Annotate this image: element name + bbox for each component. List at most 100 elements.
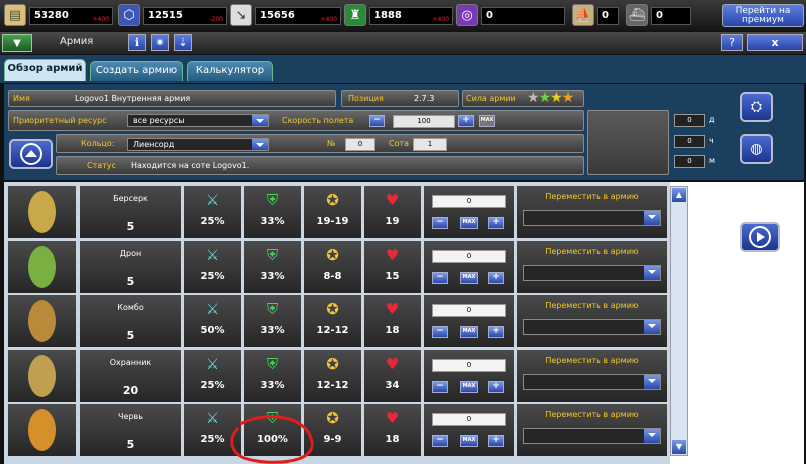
star-icon: ★ bbox=[550, 90, 563, 106]
unit-info: Дрон 5 bbox=[80, 241, 181, 293]
increase-button[interactable]: + bbox=[488, 272, 504, 284]
attack-icon: ⚔ bbox=[205, 191, 220, 209]
attack-icon: ⚔ bbox=[205, 300, 220, 318]
unit-image bbox=[28, 300, 56, 342]
cell-input[interactable]: 1 bbox=[413, 138, 447, 151]
defense-icon: ⛨ bbox=[266, 355, 279, 373]
unit-health-stat: ♥ 19 bbox=[364, 186, 421, 238]
scroll-up-button[interactable]: ▲ bbox=[672, 188, 686, 202]
move-to-army-label: Переместить в армию bbox=[545, 301, 639, 310]
unit-image bbox=[28, 191, 56, 233]
unit-health-value: 15 bbox=[385, 271, 400, 282]
unit-damage-stat: ✪ 8-8 bbox=[304, 241, 361, 293]
move-to-army-select[interactable] bbox=[523, 319, 661, 335]
unit-amount-input[interactable]: 0 bbox=[432, 195, 506, 208]
unit-defense-value: 33% bbox=[260, 271, 285, 282]
collapse-button[interactable] bbox=[9, 139, 53, 169]
unit-portrait bbox=[8, 241, 76, 293]
unit-amount-input[interactable]: 0 bbox=[432, 413, 506, 426]
increase-button[interactable]: + bbox=[488, 381, 504, 393]
move-to-army-control: Переместить в армию bbox=[517, 241, 667, 293]
unit-defense-value: 33% bbox=[260, 216, 285, 227]
defense-icon: ⛨ bbox=[266, 409, 279, 427]
unit-attack-stat: ⚔ 25% bbox=[184, 350, 241, 402]
unit-portrait bbox=[8, 350, 76, 402]
unit-amount-input[interactable]: 0 bbox=[432, 250, 506, 263]
premium-button[interactable]: Перейти на премиум bbox=[722, 4, 804, 27]
move-to-army-select[interactable] bbox=[523, 428, 661, 444]
settings-icon[interactable]: ✷ bbox=[151, 34, 169, 51]
scroll-down-button[interactable]: ▼ bbox=[672, 440, 686, 454]
max-button[interactable]: MAX bbox=[460, 381, 478, 393]
decrease-button[interactable]: − bbox=[432, 326, 448, 338]
damage-icon: ✪ bbox=[326, 300, 339, 318]
move-to-army-select[interactable] bbox=[523, 265, 661, 281]
resource-ship2: ⛴ 0 bbox=[626, 4, 698, 28]
unit-amount-control: 0 − MAX + bbox=[424, 186, 514, 238]
max-button[interactable]: MAX bbox=[460, 217, 478, 229]
priority-label: Приоритетный ресурс bbox=[13, 116, 107, 125]
unit-amount-input[interactable]: 0 bbox=[432, 359, 506, 372]
resource-value: 0 bbox=[486, 10, 493, 21]
move-to-army-select[interactable] bbox=[523, 374, 661, 390]
unit-count: 5 bbox=[126, 275, 135, 288]
number-input[interactable]: 0 bbox=[345, 138, 375, 151]
name-row: Имя Logovo1 Внутренняя армия bbox=[8, 90, 336, 107]
units-scrollbar[interactable]: ▲ ▼ bbox=[670, 186, 688, 456]
info-icon[interactable]: ℹ bbox=[128, 34, 146, 51]
defense-icon: ⛨ bbox=[266, 246, 279, 264]
attack-icon: ⚔ bbox=[205, 246, 220, 264]
unit-attack-stat: ⚔ 25% bbox=[184, 404, 241, 456]
tab-army-overview[interactable]: Обзор армий bbox=[4, 59, 86, 81]
next-button[interactable] bbox=[740, 222, 780, 252]
arrow-up-icon bbox=[20, 143, 42, 165]
unit-image bbox=[28, 246, 56, 288]
unit-attack-value: 25% bbox=[200, 216, 225, 227]
crystal-icon: ⬡ bbox=[118, 4, 140, 26]
tab-create-army[interactable]: Создать армию bbox=[90, 61, 183, 81]
tank-button[interactable]: ⛭ bbox=[740, 92, 773, 122]
chevron-down-icon bbox=[644, 266, 660, 280]
unit-count: 5 bbox=[126, 438, 135, 451]
priority-row: Приоритетный ресурс все ресурсы Скорость… bbox=[8, 110, 584, 131]
resource-crystal: ⬡ 12515 -200 bbox=[118, 4, 228, 28]
decrease-button[interactable]: − bbox=[432, 272, 448, 284]
attack-icon: ⚔ bbox=[205, 409, 220, 427]
max-button[interactable]: MAX bbox=[460, 272, 478, 284]
ring-select[interactable]: Лиенсорд bbox=[127, 138, 269, 151]
resources-button[interactable]: ◍ bbox=[740, 134, 773, 164]
unit-amount-input[interactable]: 0 bbox=[432, 304, 506, 317]
tab-calculator[interactable]: Калькулятор bbox=[187, 61, 273, 81]
unit-image bbox=[28, 409, 56, 451]
chevron-down-icon bbox=[252, 139, 268, 150]
unit-info: Комбо 5 bbox=[80, 295, 181, 347]
increase-button[interactable]: + bbox=[488, 217, 504, 229]
position-label: Позиция bbox=[348, 94, 384, 103]
increase-button[interactable]: + bbox=[488, 326, 504, 338]
unit-damage-value: 9-9 bbox=[323, 434, 342, 445]
decrease-button[interactable]: − bbox=[432, 435, 448, 447]
resource-value: 0 bbox=[656, 10, 663, 21]
increase-button[interactable]: + bbox=[488, 435, 504, 447]
cell-label: Сота bbox=[389, 139, 410, 148]
unit-attack-stat: ⚔ 25% bbox=[184, 241, 241, 293]
speed-max-button[interactable]: MAX bbox=[479, 115, 495, 127]
close-button[interactable]: x bbox=[747, 34, 803, 51]
speed-input[interactable]: 100 bbox=[393, 115, 455, 128]
priority-select[interactable]: все ресурсы bbox=[127, 114, 269, 127]
formation-icon[interactable]: ⇣ bbox=[174, 34, 192, 51]
title-bar bbox=[0, 32, 806, 54]
speed-increase-button[interactable]: + bbox=[458, 115, 474, 127]
unit-info: Червь 5 bbox=[80, 404, 181, 456]
unit-defense-stat: ⛨ 100% bbox=[244, 404, 301, 456]
max-button[interactable]: MAX bbox=[460, 326, 478, 338]
max-button[interactable]: MAX bbox=[460, 435, 478, 447]
unit-damage-stat: ✪ 19-19 bbox=[304, 186, 361, 238]
unit-defense-value: 100% bbox=[257, 434, 288, 445]
speed-decrease-button[interactable]: − bbox=[369, 115, 385, 127]
decrease-button[interactable]: − bbox=[432, 381, 448, 393]
strength-stars: ★★★★ bbox=[527, 90, 574, 106]
help-button[interactable]: ? bbox=[721, 34, 743, 51]
move-to-army-select[interactable] bbox=[523, 210, 661, 226]
decrease-button[interactable]: − bbox=[432, 217, 448, 229]
